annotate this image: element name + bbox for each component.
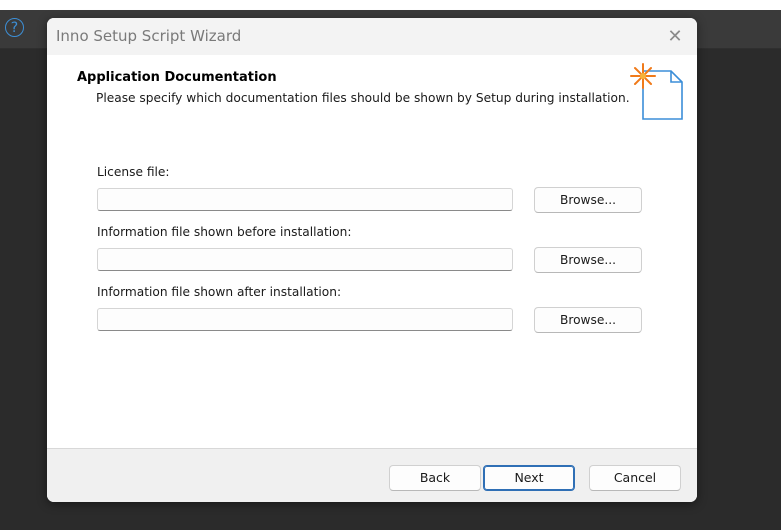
- next-button[interactable]: Next: [483, 465, 575, 491]
- license-file-input[interactable]: [97, 188, 513, 211]
- back-button[interactable]: Back: [389, 465, 481, 491]
- top-strip: [0, 0, 781, 10]
- info-after-label: Information file shown after installatio…: [97, 285, 342, 299]
- help-icon[interactable]: ?: [5, 18, 24, 37]
- wizard-dialog: Inno Setup Script Wizard ✕ Application D…: [47, 18, 697, 502]
- close-button[interactable]: ✕: [653, 18, 697, 55]
- close-icon: ✕: [667, 26, 683, 46]
- cancel-button[interactable]: Cancel: [589, 465, 681, 491]
- wizard-page: Application Documentation Please specify…: [47, 55, 697, 448]
- page-heading: Application Documentation: [77, 70, 277, 85]
- license-file-label: License file:: [97, 165, 170, 179]
- info-before-input[interactable]: [97, 248, 513, 271]
- info-before-browse-button[interactable]: Browse...: [534, 247, 642, 273]
- dialog-titlebar: Inno Setup Script Wizard ✕: [47, 18, 697, 55]
- dialog-title: Inno Setup Script Wizard: [56, 27, 242, 45]
- info-before-label: Information file shown before installati…: [97, 225, 352, 239]
- license-browse-button[interactable]: Browse...: [534, 187, 642, 213]
- new-document-sparkle-icon: [630, 63, 683, 120]
- page-description: Please specify which documentation files…: [96, 91, 630, 105]
- info-after-browse-button[interactable]: Browse...: [534, 307, 642, 333]
- dialog-footer: Back Next Cancel: [47, 448, 697, 502]
- info-after-input[interactable]: [97, 308, 513, 331]
